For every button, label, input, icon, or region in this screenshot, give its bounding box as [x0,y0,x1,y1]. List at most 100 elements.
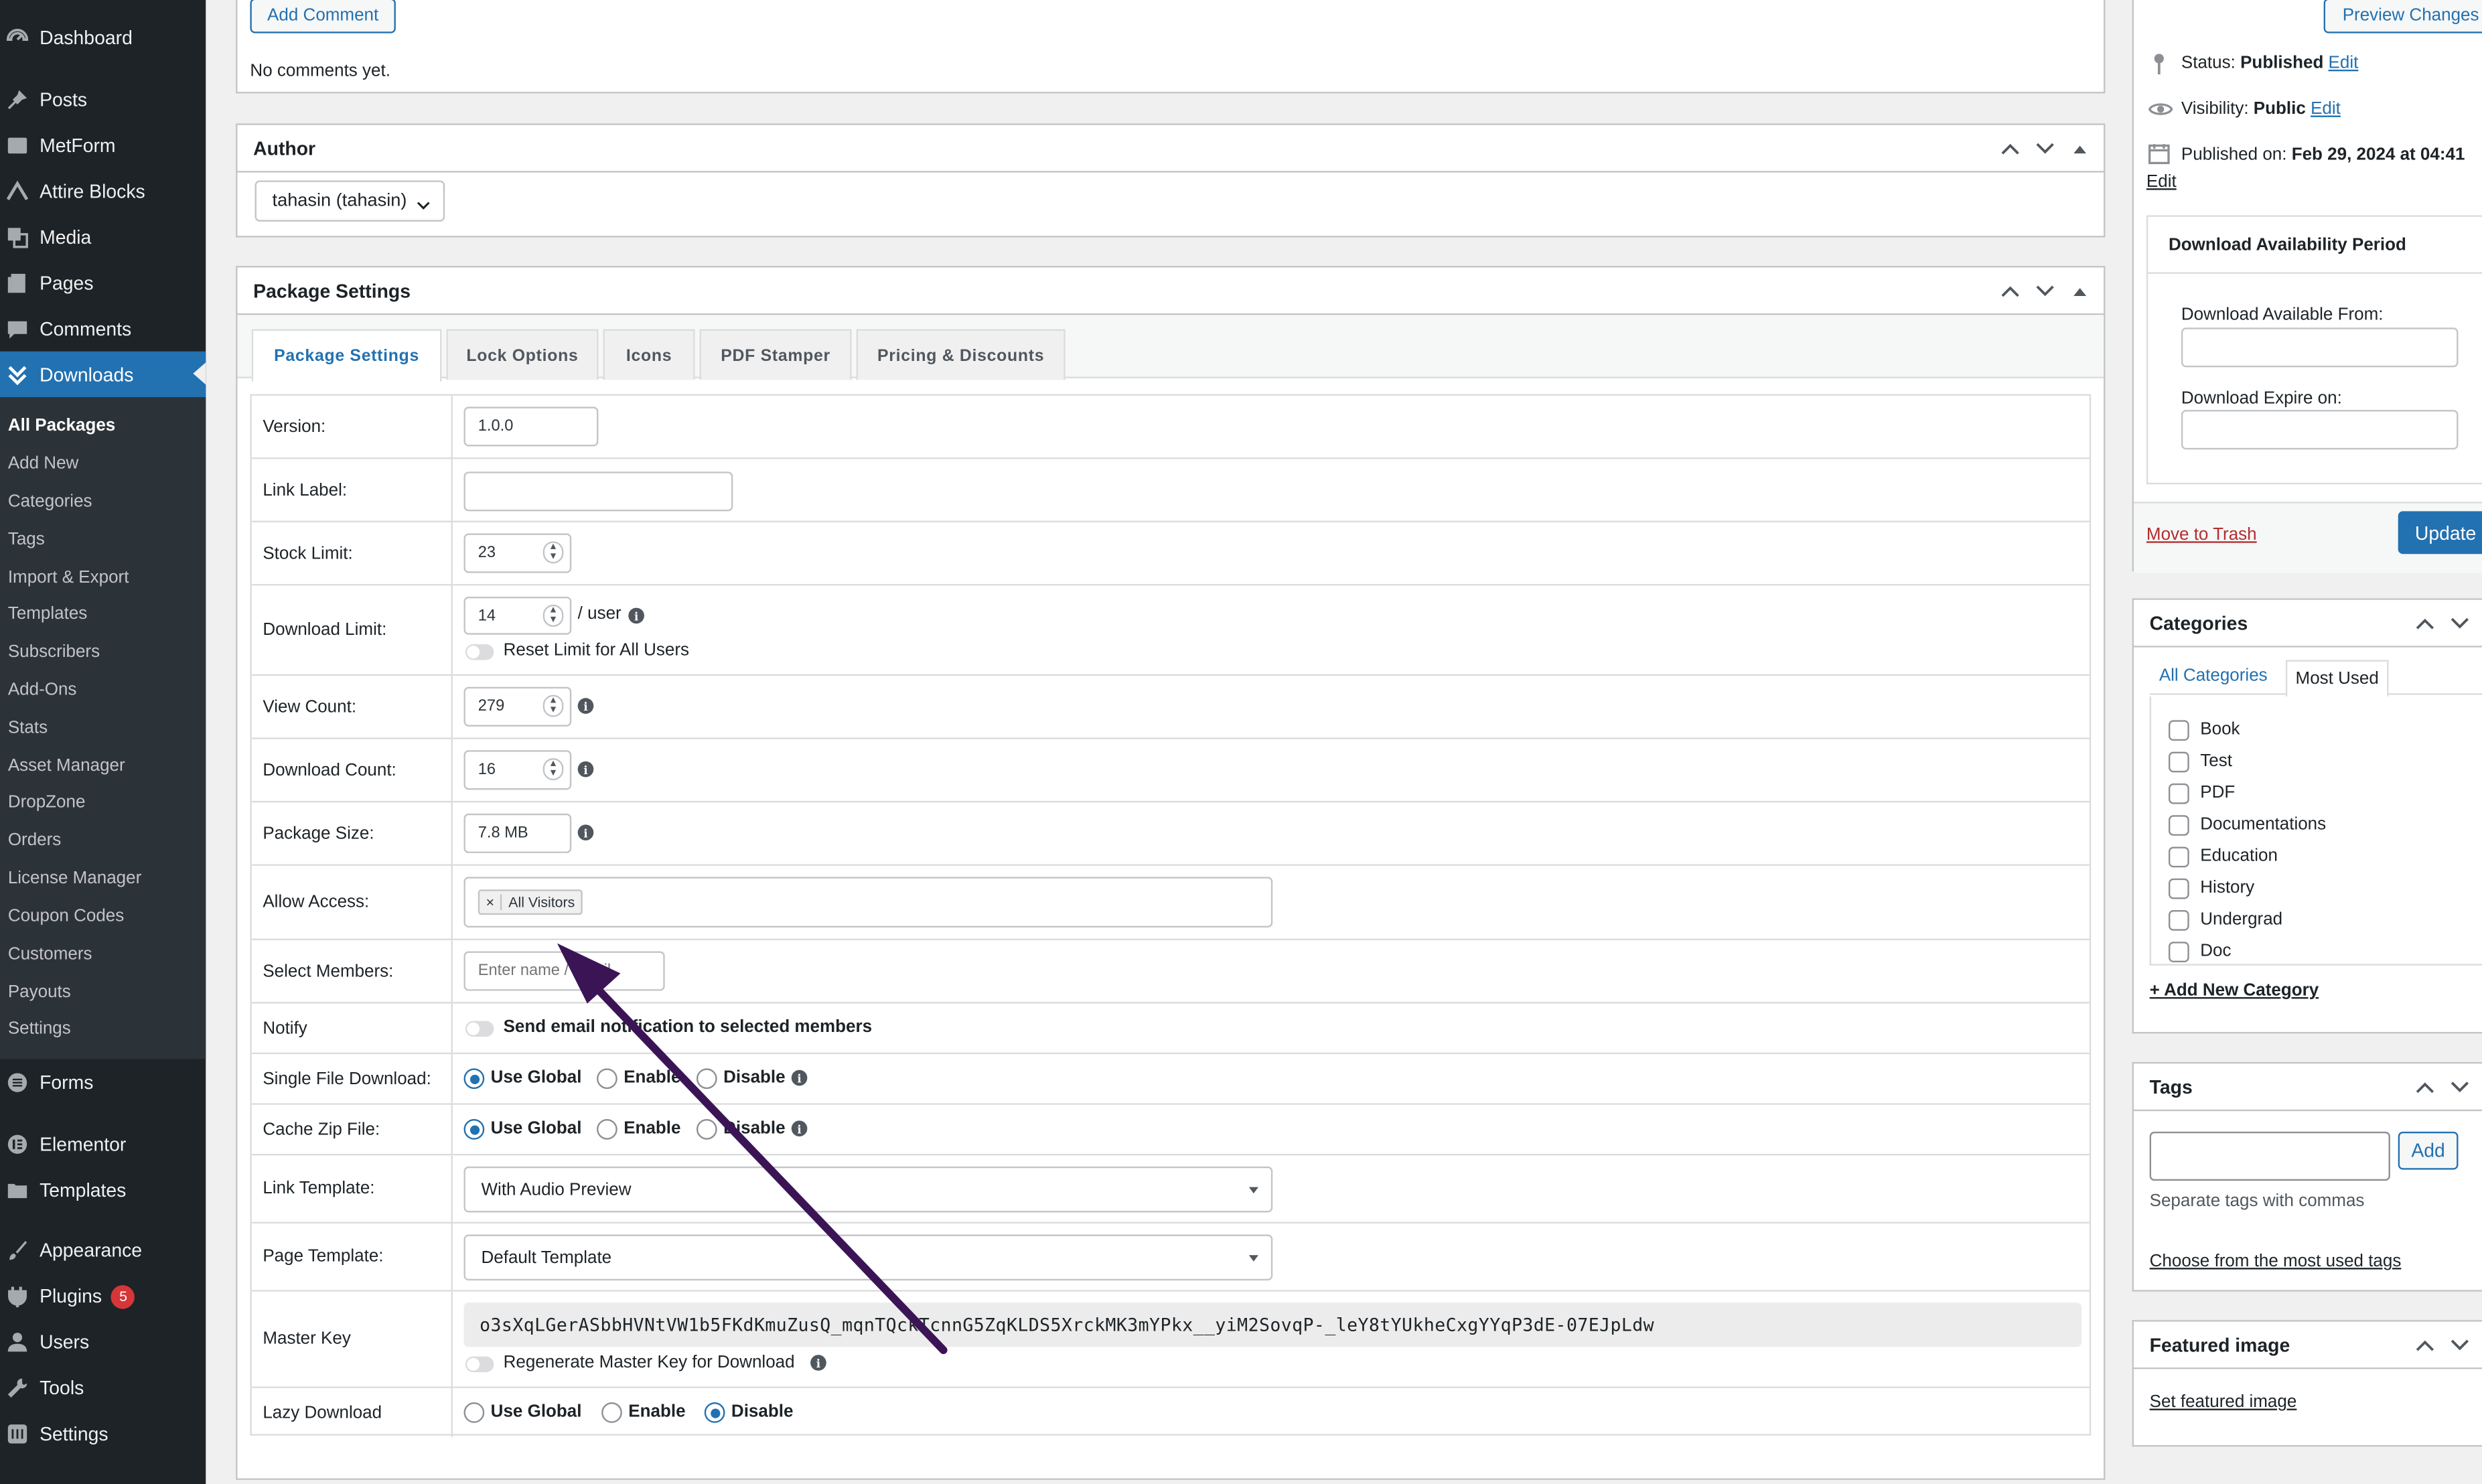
menu-settings[interactable]: Settings [0,1412,206,1456]
submenu-subscribers[interactable]: Subscribers [8,643,100,662]
tab-lock-options[interactable]: Lock Options [446,329,599,380]
download-count-input[interactable]: 16 ▲ ▼ [463,750,572,790]
submenu-settings[interactable]: Settings [8,1019,71,1038]
menu-comments[interactable]: Comments [0,307,206,352]
submenu-tags[interactable]: Tags [8,530,45,549]
stepper-icon[interactable]: ▲ ▼ [542,758,564,781]
move-to-trash-link[interactable]: Move to Trash [2146,526,2257,544]
edit-published-date-link[interactable]: Edit [2146,173,2177,192]
submenu-categories[interactable]: Categories [8,492,92,511]
add-new-category-link[interactable]: + Add New Category [2150,981,2319,1000]
expire-on-input[interactable] [2181,410,2459,450]
info-icon[interactable]: i [577,824,594,841]
submenu-orders[interactable]: Orders [8,831,61,850]
chevron-up-icon[interactable] [2414,1076,2436,1098]
author-select[interactable]: tahasin (tahasin) [254,180,445,222]
menu-tools[interactable]: Tools [0,1366,206,1410]
notify-toggle[interactable] [465,1021,494,1037]
category-checkbox[interactable] [2168,783,2189,804]
lazy-enable-radio[interactable] [601,1402,622,1423]
tab-all-categories[interactable]: All Categories [2159,666,2268,685]
category-checkbox[interactable] [2168,910,2189,931]
category-checkbox[interactable] [2168,878,2189,899]
tab-most-used[interactable]: Most Used [2285,660,2389,696]
regenerate-key-toggle[interactable] [465,1356,494,1373]
tab-package-settings[interactable]: Package Settings [251,329,442,382]
info-icon[interactable]: i [577,761,594,777]
lazy-global-radio[interactable] [463,1402,485,1423]
info-icon[interactable]: i [791,1120,808,1136]
chevron-down-icon[interactable] [2449,1076,2471,1098]
stepper-icon[interactable]: ▲ ▼ [542,541,564,564]
category-checkbox[interactable] [2168,815,2189,836]
link-label-input[interactable] [463,471,733,512]
single-file-enable-radio[interactable] [597,1068,617,1090]
submenu-templates[interactable]: Templates [8,605,88,623]
single-file-disable-radio[interactable] [696,1068,717,1090]
available-from-input[interactable] [2181,327,2459,368]
menu-templates[interactable]: Templates [0,1168,206,1212]
menu-dashboard[interactable]: Dashboard [0,16,206,60]
lazy-disable-radio[interactable] [704,1402,725,1423]
view-count-input[interactable]: 279 ▲ ▼ [463,686,572,727]
submenu-customers[interactable]: Customers [8,945,92,964]
chevron-down-icon[interactable] [2034,280,2056,302]
category-checkbox[interactable] [2168,942,2189,963]
menu-plugins[interactable]: Plugins 5 [0,1274,206,1319]
info-icon[interactable]: i [810,1355,826,1371]
master-key-field[interactable]: o3sXqLGerASbbHVNtVW1b5FKdKmuZusQ_mqnTQck… [463,1303,2082,1347]
edit-visibility-link[interactable]: Edit [2311,100,2341,119]
submenu-payouts[interactable]: Payouts [8,983,71,1002]
info-icon[interactable]: i [791,1069,808,1086]
chevron-up-icon[interactable] [2414,1334,2436,1356]
category-checkbox[interactable] [2168,751,2189,773]
tags-input[interactable] [2149,1131,2390,1181]
menu-downloads[interactable]: Downloads [0,351,206,398]
submenu-coupon-codes[interactable]: Coupon Codes [8,907,124,925]
update-button[interactable]: Update [2398,511,2482,554]
menu-users[interactable]: Users [0,1320,206,1364]
submenu-import-export[interactable]: Import & Export [8,568,129,587]
edit-status-link[interactable]: Edit [2329,54,2359,72]
download-limit-input[interactable]: 14 ▲ ▼ [463,597,572,635]
add-comment-button[interactable]: Add Comment [250,0,396,33]
version-input[interactable]: 1.0.0 [463,406,599,447]
link-template-select[interactable]: With Audio Preview [463,1166,1273,1213]
single-file-global-radio[interactable] [463,1068,485,1090]
submenu-add-ons[interactable]: Add-Ons [8,680,77,699]
tab-icons[interactable]: Icons [603,329,695,380]
chevron-up-icon[interactable] [2414,613,2436,635]
menu-media[interactable]: Media [0,215,206,259]
chevron-up-icon[interactable] [1999,138,2021,160]
submenu-all-packages[interactable]: All Packages [8,417,115,435]
chevron-down-icon[interactable] [2449,613,2471,635]
chevron-down-icon[interactable] [2034,138,2056,160]
category-checkbox[interactable] [2168,720,2189,741]
chevron-up-icon[interactable] [1999,280,2021,302]
cache-zip-global-radio[interactable] [463,1118,485,1140]
collapse-triangle-icon[interactable] [2069,280,2091,302]
stock-limit-input[interactable]: 23 ▲ ▼ [463,533,572,573]
menu-pages[interactable]: Pages [0,261,206,305]
allow-access-input[interactable]: × All Visitors [463,877,1273,928]
tab-pricing-discounts[interactable]: Pricing & Discounts [856,329,1066,380]
category-checkbox[interactable] [2168,846,2189,868]
set-featured-image-link[interactable]: Set featured image [2150,1393,2297,1412]
menu-forms[interactable]: Forms [0,1061,206,1105]
submenu-stats[interactable]: Stats [8,719,48,737]
stepper-icon[interactable]: ▲ ▼ [542,694,564,717]
menu-metform[interactable]: MetForm [0,123,206,167]
submenu-asset-manager[interactable]: Asset Manager [8,757,125,775]
submenu-dropzone[interactable]: DropZone [8,793,86,812]
choose-most-used-tags-link[interactable]: Choose from the most used tags [2150,1252,2402,1271]
remove-tag-icon[interactable]: × [486,894,502,911]
tab-pdf-stamper[interactable]: PDF Stamper [699,329,852,380]
collapse-triangle-icon[interactable] [2069,138,2091,160]
add-tag-button[interactable]: Add [2398,1131,2459,1170]
menu-attire-blocks[interactable]: Attire Blocks [0,169,206,214]
cache-zip-enable-radio[interactable] [597,1118,617,1140]
package-size-input[interactable]: 7.8 MB [463,813,572,853]
select-members-input[interactable] [463,951,665,991]
menu-elementor[interactable]: Elementor [0,1122,206,1167]
info-icon[interactable]: i [577,698,594,714]
